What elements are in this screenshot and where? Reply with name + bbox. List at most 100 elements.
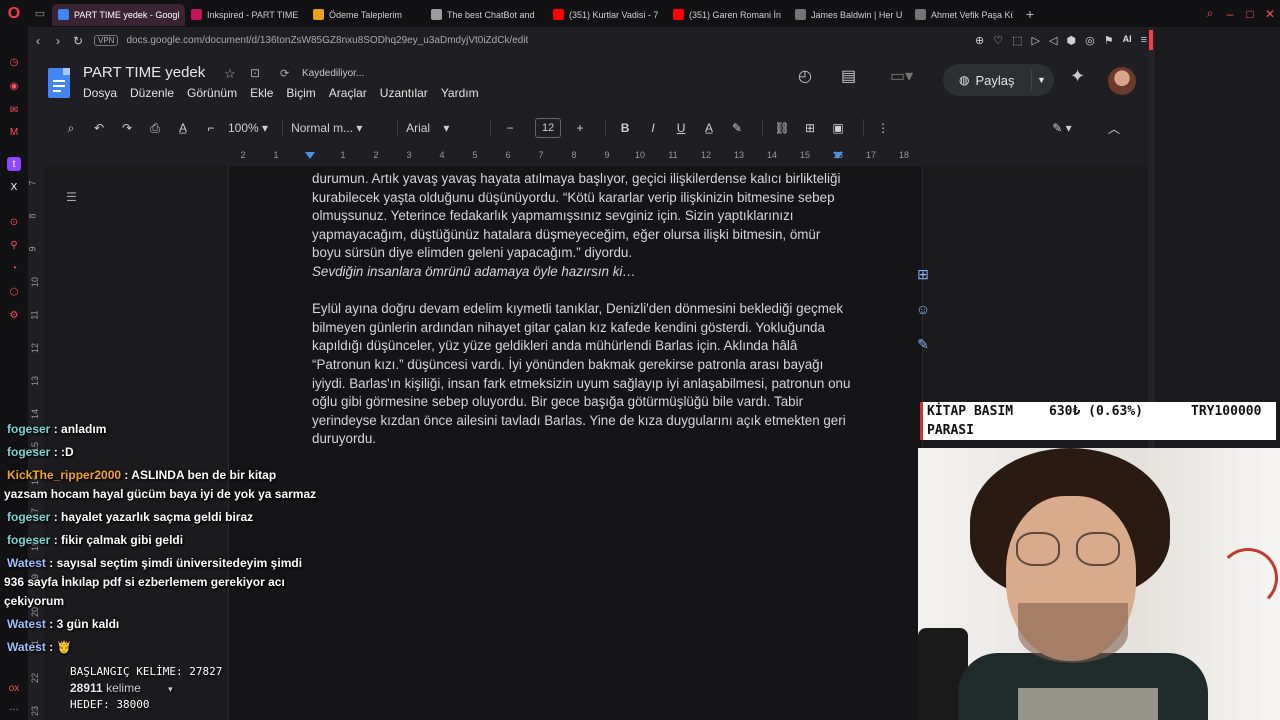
- docs-word-count-badge[interactable]: 28911 kelime ▾: [70, 680, 222, 697]
- indent-marker[interactable]: [305, 152, 315, 159]
- italic-icon[interactable]: I: [642, 121, 664, 135]
- browser-tab[interactable]: PART TIME yedek - Google: [52, 3, 185, 26]
- search-menus-icon[interactable]: ⌕: [60, 121, 82, 136]
- move-folder-icon[interactable]: ⊡: [250, 66, 260, 80]
- browser-tab[interactable]: Ahmet Vefik Paşa Kütü: [909, 4, 1019, 26]
- spellcheck-icon[interactable]: A̲: [172, 121, 194, 135]
- zoom-icon[interactable]: ⊕: [975, 34, 984, 47]
- avatar[interactable]: [1108, 67, 1136, 95]
- document-title[interactable]: PART TIME yedek: [83, 64, 205, 81]
- docs-logo-icon[interactable]: [48, 68, 70, 98]
- font-size-input[interactable]: 12: [535, 118, 562, 138]
- collapse-menus-icon[interactable]: ︿: [1103, 120, 1125, 137]
- document-body[interactable]: durumun. Artık yavaş yavaş hayata atılma…: [312, 170, 852, 468]
- decrease-font-icon[interactable]: −: [499, 121, 521, 135]
- chevron-down-icon[interactable]: ▾: [168, 684, 173, 694]
- notifications-icon[interactable]: ⚑: [1104, 34, 1114, 47]
- pin-icon[interactable]: ⚲: [7, 238, 21, 252]
- browser-tab[interactable]: (351) Garen Romani İn: [667, 4, 789, 26]
- menu-item[interactable]: Yardım: [441, 86, 479, 100]
- version-history-icon[interactable]: ◴: [798, 66, 812, 86]
- bold-icon[interactable]: B: [614, 121, 636, 135]
- menu-icon[interactable]: ≡: [1141, 34, 1147, 47]
- aria-icon[interactable]: ◷: [7, 55, 21, 69]
- more-icon[interactable]: …: [7, 700, 21, 714]
- minimize-icon[interactable]: –: [1220, 7, 1240, 21]
- share-caret-icon[interactable]: ▼: [1037, 75, 1046, 85]
- undo-icon[interactable]: ↶: [88, 121, 110, 135]
- menu-item[interactable]: Düzenle: [130, 86, 174, 100]
- word-count-label: kelime: [106, 681, 141, 695]
- player-icon[interactable]: ⊙: [7, 215, 21, 229]
- extensions-cube-icon[interactable]: ⬢: [1066, 34, 1076, 47]
- paint-format-icon[interactable]: ⌐: [200, 121, 222, 135]
- bookmarks-icon[interactable]: ◉: [7, 79, 21, 93]
- document-outline-icon[interactable]: ☰: [66, 190, 77, 204]
- increase-font-icon[interactable]: +: [569, 121, 591, 135]
- menu-item[interactable]: Görünüm: [187, 86, 237, 100]
- settings-icon[interactable]: ⚙: [7, 308, 21, 322]
- paragraph[interactable]: Eylül ayına doğru devam edelim kıymetli …: [312, 300, 852, 449]
- twitch-icon[interactable]: t: [7, 157, 21, 171]
- editing-mode-icon[interactable]: ✎ ▾: [1051, 121, 1073, 135]
- share-button[interactable]: ◍ Paylaş ▼: [943, 64, 1054, 96]
- tab-menu-icon[interactable]: ▭: [28, 0, 52, 27]
- menu-item[interactable]: Biçim: [286, 86, 315, 100]
- bookmark-icon[interactable]: ♡: [993, 34, 1003, 47]
- add-comment-icon[interactable]: ⊞: [799, 121, 821, 135]
- play-icon[interactable]: ▷: [1032, 34, 1040, 47]
- close-icon[interactable]: ✕: [1260, 7, 1280, 21]
- comments-icon[interactable]: ▤: [841, 66, 856, 86]
- text-color-icon[interactable]: A̲: [698, 121, 720, 135]
- menu-item[interactable]: Dosya: [83, 86, 117, 100]
- history-icon[interactable]: ◔: [7, 261, 21, 275]
- underline-icon[interactable]: U: [670, 121, 692, 135]
- opera-logo-icon[interactable]: O: [0, 0, 28, 27]
- new-tab-button[interactable]: +: [1019, 6, 1041, 22]
- mail-icon[interactable]: M: [7, 125, 21, 139]
- more-options-icon[interactable]: ⋮: [872, 121, 894, 135]
- vpn-badge[interactable]: VPN: [94, 35, 119, 46]
- browser-tab[interactable]: The best ChatBot and: [425, 4, 547, 26]
- x-icon[interactable]: X: [7, 180, 21, 194]
- insert-image-icon[interactable]: ▣: [827, 121, 849, 135]
- redo-icon[interactable]: ↷: [116, 121, 138, 135]
- browser-tab[interactable]: (351) Kurtlar Vadisi - 7: [547, 4, 667, 26]
- reload-icon[interactable]: ↻: [68, 34, 88, 48]
- menu-item[interactable]: Ekle: [250, 86, 273, 100]
- browser-tab[interactable]: Ödeme Taleplerim: [307, 4, 425, 26]
- star-icon[interactable]: ☆: [224, 66, 236, 82]
- vpn-icon[interactable]: ◁: [1049, 34, 1057, 47]
- sidebar-footer-icon[interactable]: ox: [7, 681, 21, 695]
- suggest-edits-icon[interactable]: ✎: [912, 336, 934, 358]
- paragraph[interactable]: durumun. Artık yavaş yavaş hayata atılma…: [312, 170, 852, 263]
- add-comment-icon[interactable]: ⊞: [912, 266, 934, 288]
- browser-tab[interactable]: James Baldwin | Her U: [789, 4, 909, 26]
- print-icon[interactable]: ⎙: [144, 121, 166, 136]
- scrollbar-thumb[interactable]: [1149, 30, 1153, 50]
- menu-item[interactable]: Araçlar: [329, 86, 367, 100]
- snapshot-icon[interactable]: ⬚: [1012, 34, 1022, 47]
- zoom-select[interactable]: 100% ▾: [228, 121, 268, 135]
- insert-link-icon[interactable]: ⛓: [771, 121, 793, 135]
- browser-tab[interactable]: Inkspired - PART TIME: [185, 4, 307, 26]
- search-tabs-icon[interactable]: ⌕: [1200, 6, 1220, 21]
- meet-icon[interactable]: ▭▾: [890, 66, 913, 86]
- forward-icon[interactable]: ›: [48, 34, 68, 48]
- extensions-icon[interactable]: ⬡: [7, 285, 21, 299]
- font-select[interactable]: Arial ▾: [406, 121, 476, 135]
- maximize-icon[interactable]: □: [1240, 7, 1260, 21]
- right-indent-marker[interactable]: [833, 152, 843, 159]
- messenger-icon[interactable]: ✉: [7, 103, 21, 117]
- tab-title: (351) Kurtlar Vadisi - 7: [569, 9, 659, 20]
- back-icon[interactable]: ‹: [28, 34, 48, 48]
- url-field[interactable]: docs.google.com/document/d/136tonZsW85GZ…: [126, 35, 975, 46]
- paragraph[interactable]: Sevdiğin insanlara ömrünü adamaya öyle h…: [312, 263, 852, 282]
- style-select[interactable]: Normal m... ▾: [291, 121, 383, 135]
- menu-item[interactable]: Uzantılar: [380, 86, 428, 100]
- gemini-icon[interactable]: ✦: [1070, 66, 1085, 87]
- ai-button[interactable]: AI: [1123, 34, 1132, 47]
- highlight-icon[interactable]: ✎: [726, 121, 748, 135]
- emoji-reaction-icon[interactable]: ☺: [912, 301, 934, 323]
- profile-icon[interactable]: ◎: [1085, 34, 1095, 47]
